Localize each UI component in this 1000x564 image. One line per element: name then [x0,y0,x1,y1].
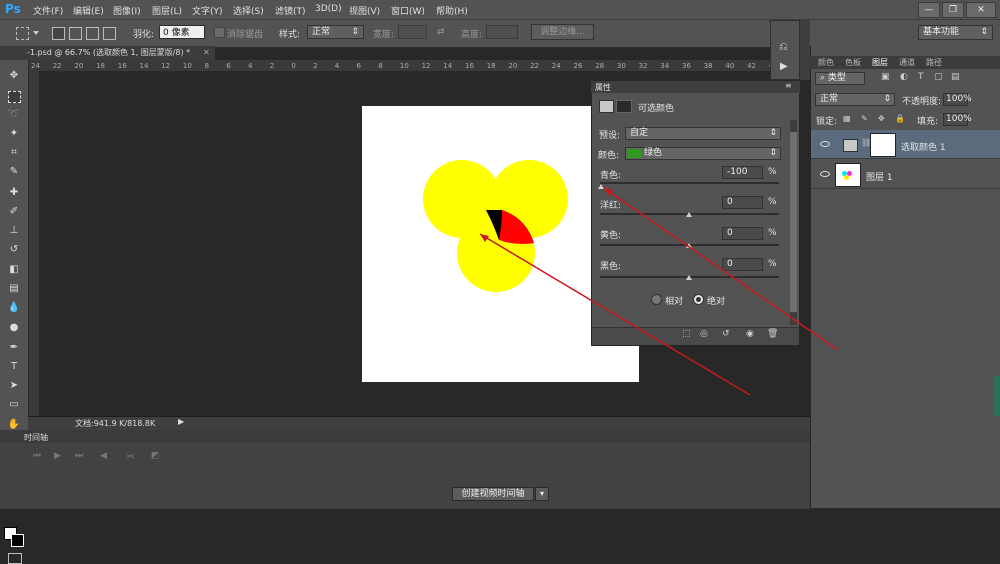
arrow-head-2 [604,188,613,196]
arrow-line-1 [479,233,751,396]
arrow-line-2 [603,187,839,351]
background-color-swatch[interactable] [11,534,24,547]
arrow-head-1 [480,234,489,242]
annotation-arrows [479,187,839,396]
quick-mask-icon[interactable] [8,553,22,564]
